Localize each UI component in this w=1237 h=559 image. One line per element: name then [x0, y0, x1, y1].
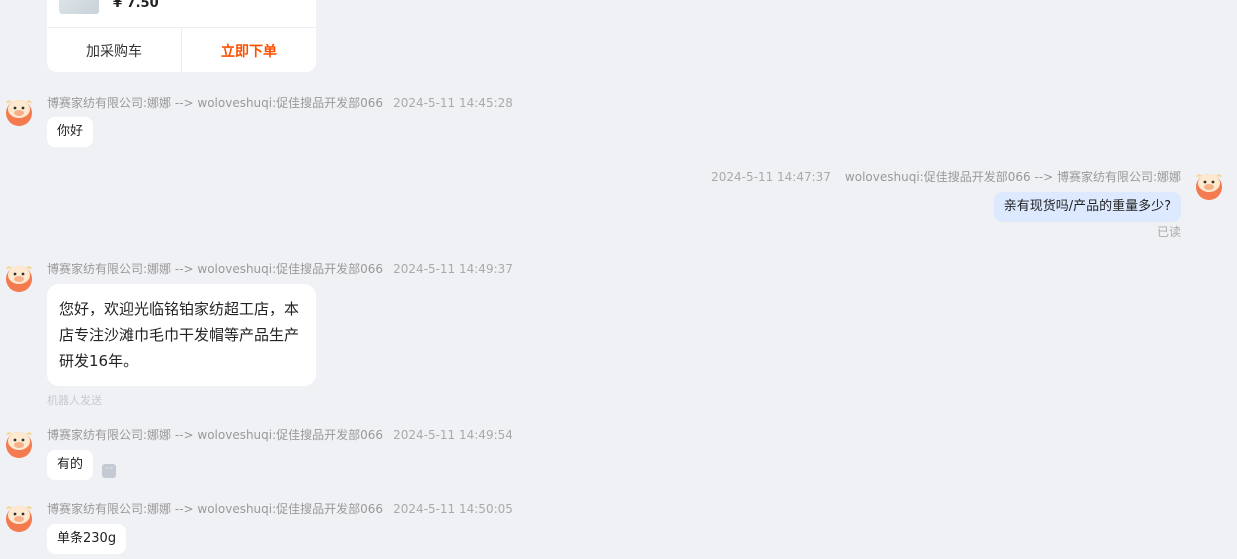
- product-card: ¥ 7.50 加采购车 立即下单: [47, 0, 316, 72]
- message-bubble: 单条230g: [47, 524, 127, 554]
- buy-now-button[interactable]: 立即下单: [182, 28, 316, 72]
- message-bubble: 亲有现货吗/产品的重量多少?: [993, 192, 1181, 222]
- read-status: 已读: [1156, 225, 1181, 239]
- cow-avatar-icon[interactable]: [3, 426, 35, 458]
- message-sender: 博赛家纺有限公司:娜娜 --> woloveshuqi:促佳搜品开发部066: [47, 96, 384, 110]
- message-time: 2024-5-11 14:49:37: [393, 262, 513, 276]
- cow-avatar-icon[interactable]: [3, 94, 35, 126]
- message-bubble: 你好: [47, 117, 94, 147]
- cow-avatar-icon[interactable]: [3, 500, 35, 532]
- message-meta: 2024-5-11 14:47:37 woloveshuqi:促佳搜品开发部066…: [711, 168, 1181, 185]
- message-bubble: 有的: [47, 450, 94, 480]
- message-time: 2024-5-11 14:45:28: [393, 96, 513, 110]
- message-sender: woloveshuqi:促佳搜品开发部066 --> 博赛家纺有限公司:娜娜: [844, 170, 1181, 184]
- message-bubble: 您好，欢迎光临铭铂家纺超工店，本店专注沙滩巾毛巾干发帽等产品生产研发16年。: [47, 284, 316, 386]
- message-sender: 博赛家纺有限公司:娜娜 --> woloveshuqi:促佳搜品开发部066: [47, 262, 384, 276]
- product-price: ¥ 7.50: [113, 0, 159, 11]
- message-meta: 博赛家纺有限公司:娜娜 --> woloveshuqi:促佳搜品开发部066 20…: [47, 260, 513, 277]
- message-time: 2024-5-11 14:47:37: [711, 170, 831, 184]
- robot-sent-note: 机器人发送: [47, 394, 102, 407]
- message-time: 2024-5-11 14:49:54: [393, 428, 513, 442]
- add-to-cart-button[interactable]: 加采购车: [47, 28, 182, 72]
- product-card-actions: 加采购车 立即下单: [47, 27, 316, 72]
- message-time: 2024-5-11 14:50:05: [393, 502, 513, 516]
- message-sender: 博赛家纺有限公司:娜娜 --> woloveshuqi:促佳搜品开发部066: [47, 428, 384, 442]
- cow-avatar-icon[interactable]: [1193, 168, 1225, 200]
- message-sender: 博赛家纺有限公司:娜娜 --> woloveshuqi:促佳搜品开发部066: [47, 502, 384, 516]
- more-options-icon[interactable]: ···: [102, 464, 116, 478]
- message-meta: 博赛家纺有限公司:娜娜 --> woloveshuqi:促佳搜品开发部066 20…: [47, 500, 513, 517]
- message-meta: 博赛家纺有限公司:娜娜 --> woloveshuqi:促佳搜品开发部066 20…: [47, 94, 513, 111]
- product-thumbnail[interactable]: [59, 0, 99, 14]
- message-meta: 博赛家纺有限公司:娜娜 --> woloveshuqi:促佳搜品开发部066 20…: [47, 426, 513, 443]
- cow-avatar-icon[interactable]: [3, 260, 35, 292]
